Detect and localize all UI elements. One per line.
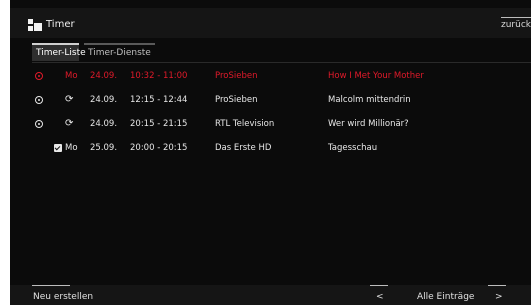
repeat-icon: ⟳	[65, 118, 74, 129]
prev-button-accent	[370, 285, 388, 286]
prev-button[interactable]: <	[376, 292, 384, 302]
timer-title: Wer wird Millionär?	[328, 119, 409, 129]
repeat-icon: ⟳	[65, 94, 74, 105]
timer-time: 10:32 - 11:00	[130, 71, 188, 81]
recording-indicator-icon	[35, 72, 43, 80]
timer-date: 24.09.	[90, 119, 118, 129]
timer-title: How I Met Your Mother	[328, 71, 424, 81]
timer-date: 24.09.	[90, 95, 118, 105]
timer-title: Malcolm mittendrin	[328, 95, 411, 105]
next-button[interactable]: >	[495, 292, 503, 302]
timer-channel: Das Erste HD	[215, 143, 272, 153]
timer-channel: ProSieben	[215, 71, 258, 81]
timer-date: 25.09.	[90, 143, 118, 153]
timer-day: Mo	[65, 71, 78, 81]
timer-date: 24.09.	[90, 71, 118, 81]
timer-day: Mo	[65, 143, 78, 153]
timer-app-icon	[28, 19, 42, 33]
tv-screen: Timer zurück Timer-Liste Timer-Dienste M…	[10, 0, 531, 305]
timer-channel: ProSieben	[215, 95, 258, 105]
table-row[interactable]: Mo 25.09. 20:00 - 20:15 Das Erste HD Tag…	[10, 136, 531, 160]
footer-bar: Neu erstellen < Alle Einträge >	[10, 285, 531, 305]
header-bar: Timer zurück	[10, 8, 531, 38]
tab-divider	[32, 62, 531, 63]
next-button-accent	[488, 285, 506, 286]
timer-time: 12:15 - 12:44	[130, 95, 188, 105]
tab-timer-services[interactable]: Timer-Dienste	[84, 43, 155, 61]
page-title: Timer	[46, 19, 75, 30]
radio-icon	[35, 96, 43, 104]
timer-time: 20:15 - 21:15	[130, 119, 188, 129]
new-button-accent	[32, 285, 70, 286]
timer-title: Tagesschau	[328, 143, 378, 153]
checkbox-icon	[54, 144, 62, 152]
new-timer-button[interactable]: Neu erstellen	[33, 292, 93, 302]
timer-channel: RTL Television	[215, 119, 275, 129]
radio-icon	[35, 120, 43, 128]
timer-time: 20:00 - 20:15	[130, 143, 188, 153]
filter-all-entries[interactable]: Alle Einträge	[417, 292, 474, 302]
back-button[interactable]: zurück	[501, 17, 531, 30]
table-row[interactable]: ⟳ 24.09. 20:15 - 21:15 RTL Television We…	[10, 112, 531, 136]
table-row[interactable]: Mo 24.09. 10:32 - 11:00 ProSieben How I …	[10, 64, 531, 88]
tab-timer-list[interactable]: Timer-Liste	[32, 43, 86, 61]
table-row[interactable]: ⟳ 24.09. 12:15 - 12:44 ProSieben Malcolm…	[10, 88, 531, 112]
